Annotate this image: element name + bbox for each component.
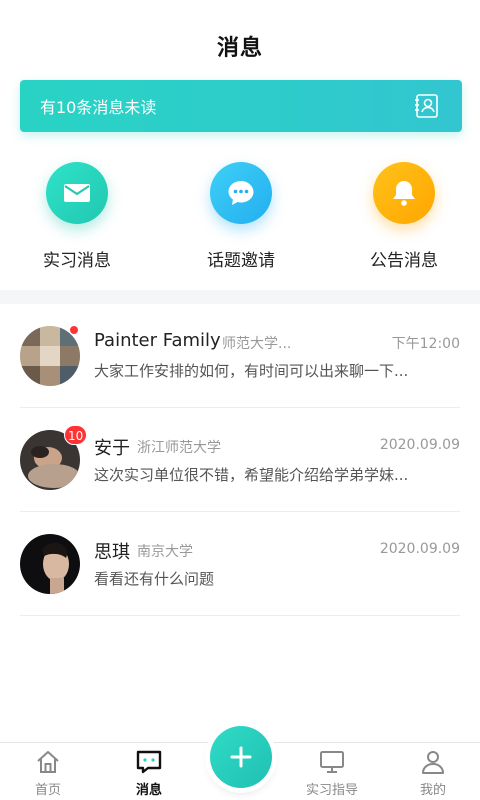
header: 消息 [0,0,480,80]
unread-banner[interactable]: 有10条消息未读 [20,80,462,132]
message-item[interactable]: 10 安于 浙江师范大学 2020.09.09 这次实习单位很不错，希望能介绍给… [0,408,480,512]
contact-name: 安于 [94,438,130,459]
message-preview: 大家工作安排的如何，有时间可以出来聊一下... [94,362,409,380]
category-row: 实习消息 话题邀请 公告消息 [0,150,480,280]
category-internship-messages[interactable]: 实习消息 [6,162,146,272]
section-divider [0,290,480,304]
unread-count-badge: 10 [64,425,88,445]
tab-label: 消息 [135,783,162,798]
monitor-icon [320,751,344,773]
page-title: 消息 [216,36,263,61]
message-icon [136,750,162,774]
bell-icon [373,162,435,224]
message-time: 2020.09.09 [379,437,460,453]
contacts-icon[interactable] [414,93,440,119]
tab-label: 实习指导 [305,783,358,798]
tab-profile[interactable]: 我的 [385,743,480,800]
unread-dot [69,325,79,335]
contact-school: 师范大学... [222,336,292,352]
avatar [20,326,80,386]
chat-bubble-icon [210,162,272,224]
avatar [20,534,80,594]
message-item[interactable]: 思琪 南京大学 2020.09.09 看看还有什么问题 [0,512,480,616]
contact-name: 思琪 [94,542,130,563]
home-icon [37,751,59,773]
category-announcements[interactable]: 公告消息 [333,162,473,272]
row-separator [20,615,460,616]
plus-icon [230,746,252,768]
category-label: 实习消息 [43,251,111,271]
contact-school: 南京大学 [137,544,193,560]
tab-internship-guide[interactable]: 实习指导 [284,743,380,800]
message-preview: 这次实习单位很不错，希望能介绍给学弟学妹... [94,466,409,484]
contact-school: 浙江师范大学 [137,440,221,456]
user-icon [422,751,444,774]
add-button[interactable] [210,726,272,788]
contact-name: Painter Family [94,330,221,351]
category-label: 话题邀请 [207,251,275,271]
envelope-icon [46,162,108,224]
tab-messages[interactable]: 消息 [101,743,197,800]
category-topic-invites[interactable]: 话题邀请 [170,162,310,272]
message-time: 下午12:00 [391,336,460,352]
tab-home[interactable]: 首页 [0,743,96,800]
unread-count-text: 有10条消息未读 [40,98,157,117]
message-preview: 看看还有什么问题 [94,570,215,588]
tab-label: 我的 [419,783,446,798]
message-item[interactable]: Painter Family 师范大学... 下午12:00 大家工作安排的如何… [0,304,480,408]
category-label: 公告消息 [370,251,438,271]
tab-label: 首页 [34,783,61,798]
message-time: 2020.09.09 [379,541,460,557]
